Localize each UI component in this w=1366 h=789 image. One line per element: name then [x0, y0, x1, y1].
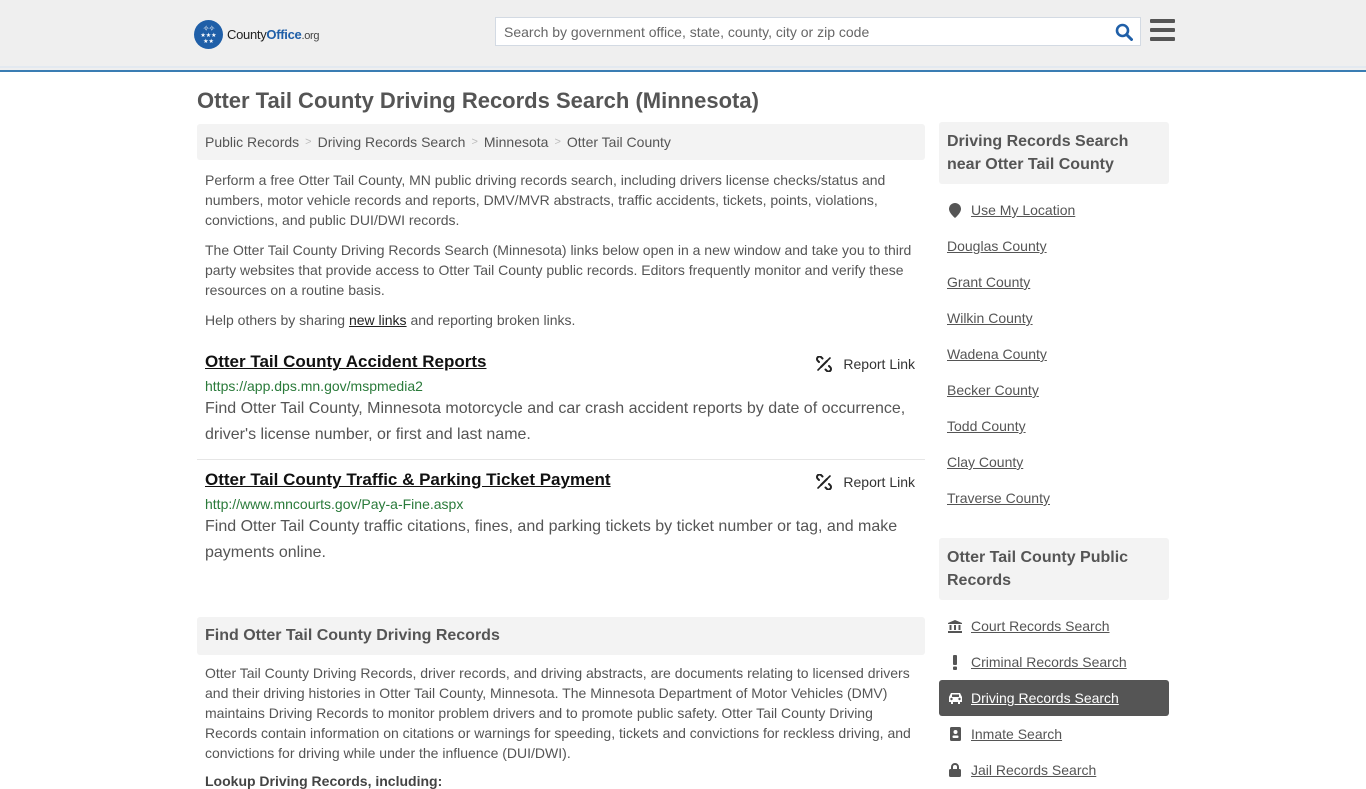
sidebar-item-jail-records: Jail Records Search [939, 752, 1169, 788]
inmate-search-link[interactable]: Inmate Search [971, 726, 1062, 742]
public-records-heading: Otter Tail County Public Records [939, 538, 1169, 600]
lock-icon [947, 763, 963, 777]
intro-text: Perform a free Otter Tail County, MN pub… [197, 170, 925, 330]
link-url: https://app.dps.mn.gov/mspmedia2 [205, 378, 423, 394]
breadcrumb-public-records[interactable]: Public Records [205, 134, 299, 150]
find-records-heading: Find Otter Tail County Driving Records [197, 617, 925, 655]
driving-records-search-link[interactable]: Driving Records Search [971, 690, 1119, 706]
nearby-county-link[interactable]: Traverse County [947, 490, 1050, 506]
intro-paragraph-2: The Otter Tail County Driving Records Se… [205, 242, 912, 298]
nearby-county-item: Douglas County [939, 228, 1169, 264]
nearby-county-link[interactable]: Grant County [947, 274, 1030, 290]
search-input[interactable] [496, 18, 1108, 45]
breadcrumb-separator: > [471, 136, 478, 148]
logo-text: CountyOffice.org [227, 27, 320, 42]
breadcrumb: Public Records > Driving Records Search … [197, 124, 925, 160]
search-icon [1115, 23, 1133, 41]
use-my-location-item: Use My Location [939, 192, 1169, 228]
breadcrumb-otter-tail-county[interactable]: Otter Tail County [567, 134, 671, 150]
page-title: Otter Tail County Driving Records Search… [197, 88, 759, 113]
exclamation-icon [947, 654, 963, 670]
hamburger-menu-icon[interactable] [1150, 19, 1175, 41]
site-header: ✧✧ ★★★ ★★ CountyOffice.org [0, 0, 1366, 72]
report-link-button[interactable]: Report Link [816, 474, 915, 490]
link-title[interactable]: Otter Tail County Traffic & Parking Tick… [205, 470, 611, 490]
nearby-county-link[interactable]: Wadena County [947, 346, 1047, 362]
use-my-location-link[interactable]: Use My Location [971, 202, 1075, 218]
search-box [495, 17, 1141, 46]
intro-paragraph-3: Help others by sharing new links and rep… [205, 312, 576, 328]
find-records-paragraph: Otter Tail County Driving Records, drive… [205, 665, 911, 761]
find-records-body: Otter Tail County Driving Records, drive… [197, 655, 925, 789]
criminal-records-search-link[interactable]: Criminal Records Search [971, 654, 1127, 670]
search-button[interactable] [1108, 18, 1140, 45]
sidebar-item-driving-records: Driving Records Search [939, 680, 1169, 716]
main-content: Public Records > Driving Records Search … [197, 124, 925, 789]
link-url: http://www.mncourts.gov/Pay-a-Fine.aspx [205, 496, 464, 512]
link-item: Otter Tail County Traffic & Parking Tick… [197, 460, 925, 577]
nearby-county-item: Wadena County [939, 336, 1169, 372]
nearby-heading: Driving Records Search near Otter Tail C… [939, 122, 1169, 184]
link-list: Otter Tail County Accident Reports Repor… [197, 342, 925, 577]
id-badge-icon [947, 727, 963, 741]
court-records-search-link[interactable]: Court Records Search [971, 618, 1110, 634]
breadcrumb-separator: > [305, 136, 312, 148]
map-marker-icon [947, 202, 963, 218]
new-links-link[interactable]: new links [349, 312, 407, 328]
nearby-county-item: Traverse County [939, 480, 1169, 516]
nearby-county-item: Grant County [939, 264, 1169, 300]
sidebar-item-criminal-records: Criminal Records Search [939, 644, 1169, 680]
sidebar-item-court-records: Court Records Search [939, 608, 1169, 644]
nearby-county-item: Becker County [939, 372, 1169, 408]
nearby-county-link[interactable]: Douglas County [947, 238, 1047, 254]
sidebar-item-inmate-search: Inmate Search [939, 716, 1169, 752]
nearby-list: Use My Location Douglas County Grant Cou… [939, 184, 1169, 516]
car-icon [947, 692, 963, 704]
jail-records-search-link[interactable]: Jail Records Search [971, 762, 1096, 778]
nearby-county-link[interactable]: Wilkin County [947, 310, 1033, 326]
logo-eagle-icon: ✧✧ ★★★ ★★ [194, 20, 223, 49]
intro-paragraph-1: Perform a free Otter Tail County, MN pub… [205, 172, 886, 228]
link-description: Find Otter Tail County, Minnesota motorc… [205, 400, 906, 443]
link-item: Otter Tail County Accident Reports Repor… [197, 342, 925, 460]
broken-link-icon [816, 356, 833, 372]
link-description: Find Otter Tail County traffic citations… [205, 518, 898, 561]
broken-link-icon [816, 474, 833, 490]
site-logo[interactable]: ✧✧ ★★★ ★★ CountyOffice.org [194, 20, 319, 49]
sidebar: Driving Records Search near Otter Tail C… [939, 122, 1169, 788]
link-title[interactable]: Otter Tail County Accident Reports [205, 352, 486, 372]
nearby-county-item: Clay County [939, 444, 1169, 480]
nearby-county-item: Wilkin County [939, 300, 1169, 336]
report-link-button[interactable]: Report Link [816, 356, 915, 372]
nearby-county-link[interactable]: Todd County [947, 418, 1026, 434]
courthouse-icon [947, 619, 963, 633]
breadcrumb-separator: > [554, 136, 561, 148]
breadcrumb-driving-records-search[interactable]: Driving Records Search [318, 134, 466, 150]
nearby-county-link[interactable]: Clay County [947, 454, 1023, 470]
nearby-county-link[interactable]: Becker County [947, 382, 1039, 398]
public-records-list: Court Records Search Criminal Records Se… [939, 600, 1169, 788]
lookup-subheading: Lookup Driving Records, including: [205, 773, 443, 789]
nearby-county-item: Todd County [939, 408, 1169, 444]
breadcrumb-minnesota[interactable]: Minnesota [484, 134, 549, 150]
